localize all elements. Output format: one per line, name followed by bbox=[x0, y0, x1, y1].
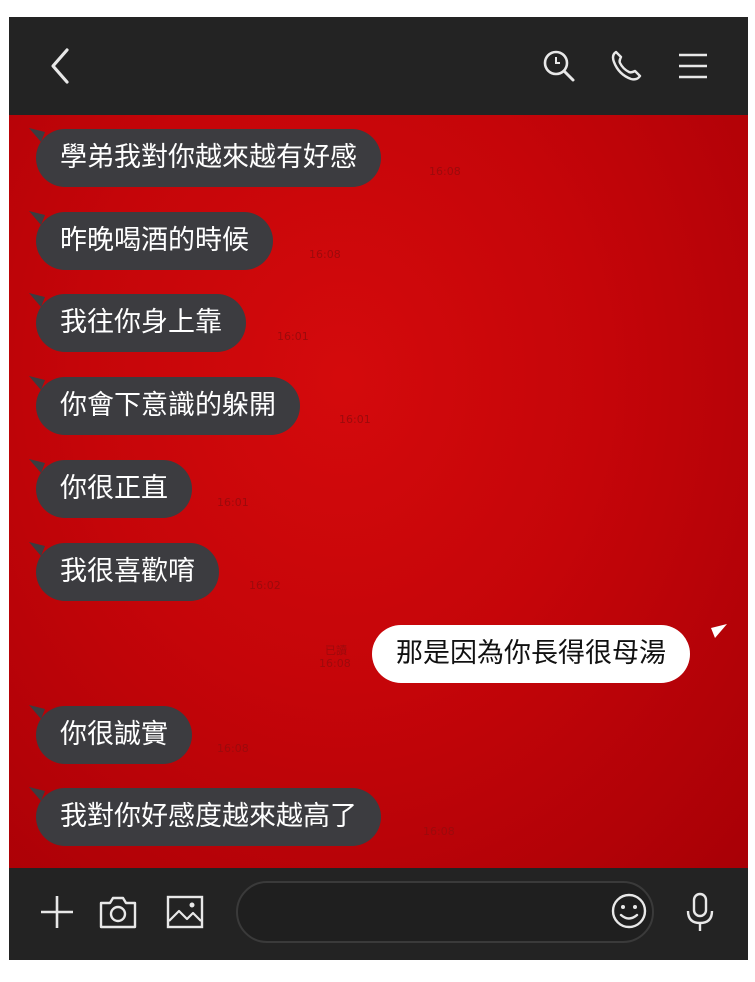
menu-button[interactable] bbox=[670, 43, 716, 89]
message-time: 16:08 bbox=[429, 165, 461, 178]
message-time: 16:08 bbox=[423, 825, 455, 838]
voice-button[interactable] bbox=[676, 888, 724, 936]
message-time: 16:08 bbox=[217, 742, 249, 755]
message-time: 16:08 bbox=[309, 248, 341, 261]
message-time: 16:01 bbox=[277, 330, 309, 343]
message-bubble[interactable]: 你很誠實 bbox=[36, 706, 192, 764]
read-receipt: 已讀 bbox=[325, 644, 347, 657]
message-bubble[interactable]: 我對你好感度越來越高了 bbox=[36, 788, 381, 846]
message-input[interactable] bbox=[236, 881, 654, 943]
camera-button[interactable] bbox=[94, 888, 142, 936]
message-time: 16:01 bbox=[217, 496, 249, 509]
top-bar bbox=[9, 17, 748, 115]
emoji-button[interactable] bbox=[605, 887, 653, 935]
input-bar bbox=[9, 868, 748, 960]
back-button[interactable] bbox=[37, 43, 83, 89]
message-bubble[interactable]: 昨晚喝酒的時候 bbox=[36, 212, 273, 270]
microphone-icon bbox=[686, 892, 714, 931]
image-button[interactable] bbox=[161, 888, 209, 936]
message-bubble[interactable]: 我很喜歡唷 bbox=[36, 543, 219, 601]
message-bubble[interactable]: 你會下意識的躲開 bbox=[36, 377, 300, 435]
message-bubble[interactable]: 你很正直 bbox=[36, 460, 192, 518]
plus-icon bbox=[41, 896, 73, 928]
menu-icon bbox=[679, 53, 707, 79]
camera-icon bbox=[99, 896, 137, 929]
message-list[interactable]: 學弟我對你越來越有好感 16:08 昨晚喝酒的時候 16:08 我往你身上靠 1… bbox=[9, 115, 748, 868]
message-time: 16:01 bbox=[339, 413, 371, 426]
chat-screen: 學弟我對你越來越有好感 16:08 昨晚喝酒的時候 16:08 我往你身上靠 1… bbox=[9, 17, 748, 960]
message-time: 16:02 bbox=[249, 579, 281, 592]
message-bubble[interactable]: 我往你身上靠 bbox=[36, 294, 246, 352]
emoji-icon bbox=[611, 893, 647, 929]
chevron-left-icon bbox=[51, 48, 69, 84]
search-icon bbox=[543, 50, 575, 82]
add-button[interactable] bbox=[33, 888, 81, 936]
image-icon bbox=[166, 895, 204, 929]
search-button[interactable] bbox=[536, 43, 582, 89]
message-bubble[interactable]: 那是因為你長得很母湯 bbox=[372, 625, 690, 683]
call-button[interactable] bbox=[603, 43, 649, 89]
phone-icon bbox=[611, 50, 642, 81]
message-bubble[interactable]: 學弟我對你越來越有好感 bbox=[36, 129, 381, 187]
message-time: 16:08 bbox=[319, 657, 351, 670]
